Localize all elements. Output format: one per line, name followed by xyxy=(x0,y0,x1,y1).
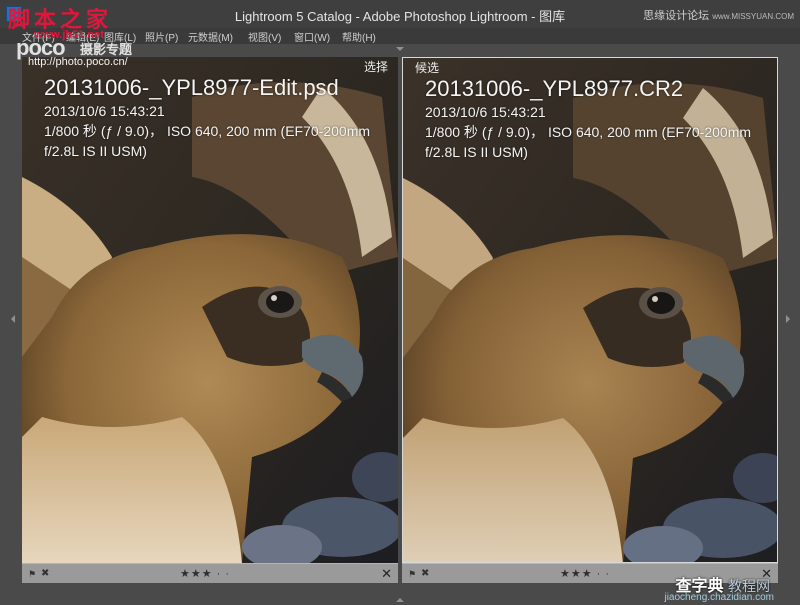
close-icon[interactable]: ✕ xyxy=(381,566,392,582)
photo-info-overlay: 20131006-_YPL8977-Edit.psd 2013/10/6 15:… xyxy=(44,75,374,161)
reject-flag-icon[interactable]: ✖ xyxy=(421,568,429,579)
flag-icon[interactable]: ⚑ xyxy=(408,569,416,580)
filename: 20131006-_YPL8977-Edit.psd xyxy=(44,75,339,100)
right-panel-collapse-icon[interactable] xyxy=(786,315,790,323)
star-rating[interactable]: ★★★ · · xyxy=(560,567,610,580)
menu-window[interactable]: 窗口(W) xyxy=(294,29,330,44)
select-toolbar: ⚑ ✖ ★★★ · · ✕ xyxy=(22,563,398,583)
capture-datetime: 2013/10/6 15:43:21 xyxy=(44,103,165,119)
exposure-info: 1/800 秒 (ƒ / 9.0)， ISO 640, 200 mm (EF70… xyxy=(44,123,371,159)
select-photo-pane[interactable]: 选择 20131006-_YPL8977-Edit.psd 2013/10/6 … xyxy=(22,57,398,563)
select-label: 选择 xyxy=(363,60,388,74)
brand-watermark-right: 思缘设计论坛 www.MISSYUAN.COM xyxy=(643,7,794,23)
photo-info-overlay: 20131006-_YPL8977.CR2 2013/10/6 15:43:21… xyxy=(425,76,755,162)
menu-help[interactable]: 帮助(H) xyxy=(342,29,376,44)
bottom-panel-collapse-icon[interactable] xyxy=(396,598,404,602)
flag-icon[interactable]: ⚑ xyxy=(28,569,36,580)
menu-metadata[interactable]: 元数据(M) xyxy=(188,29,233,44)
candidate-photo-pane[interactable]: 候选 20131006-_YPL8977.CR2 2013/10/6 15:43… xyxy=(402,57,778,563)
left-panel-collapse-icon[interactable] xyxy=(11,315,15,323)
top-panel-collapse-icon[interactable] xyxy=(396,47,404,51)
filename: 20131006-_YPL8977.CR2 xyxy=(425,76,684,101)
title-bar: Lightroom 5 Catalog - Adobe Photoshop Li… xyxy=(0,0,800,28)
candidate-label: 候选 xyxy=(415,61,440,75)
reject-flag-icon[interactable]: ✖ xyxy=(41,568,49,579)
star-rating[interactable]: ★★★ · · xyxy=(180,567,230,580)
brand-right-small-text: www.MISSYUAN.COM xyxy=(712,12,794,21)
bottom-watermark-url: jiaocheng.chazidian.com xyxy=(664,592,774,603)
poco-url: http://photo.poco.cn/ xyxy=(28,56,128,68)
brand-right-text: 思缘设计论坛 xyxy=(643,10,710,22)
exposure-info: 1/800 秒 (ƒ / 9.0)， ISO 640, 200 mm (EF70… xyxy=(425,124,752,160)
menu-photo[interactable]: 照片(P) xyxy=(145,29,178,44)
menu-view[interactable]: 视图(V) xyxy=(248,29,281,44)
capture-datetime: 2013/10/6 15:43:21 xyxy=(425,104,546,120)
